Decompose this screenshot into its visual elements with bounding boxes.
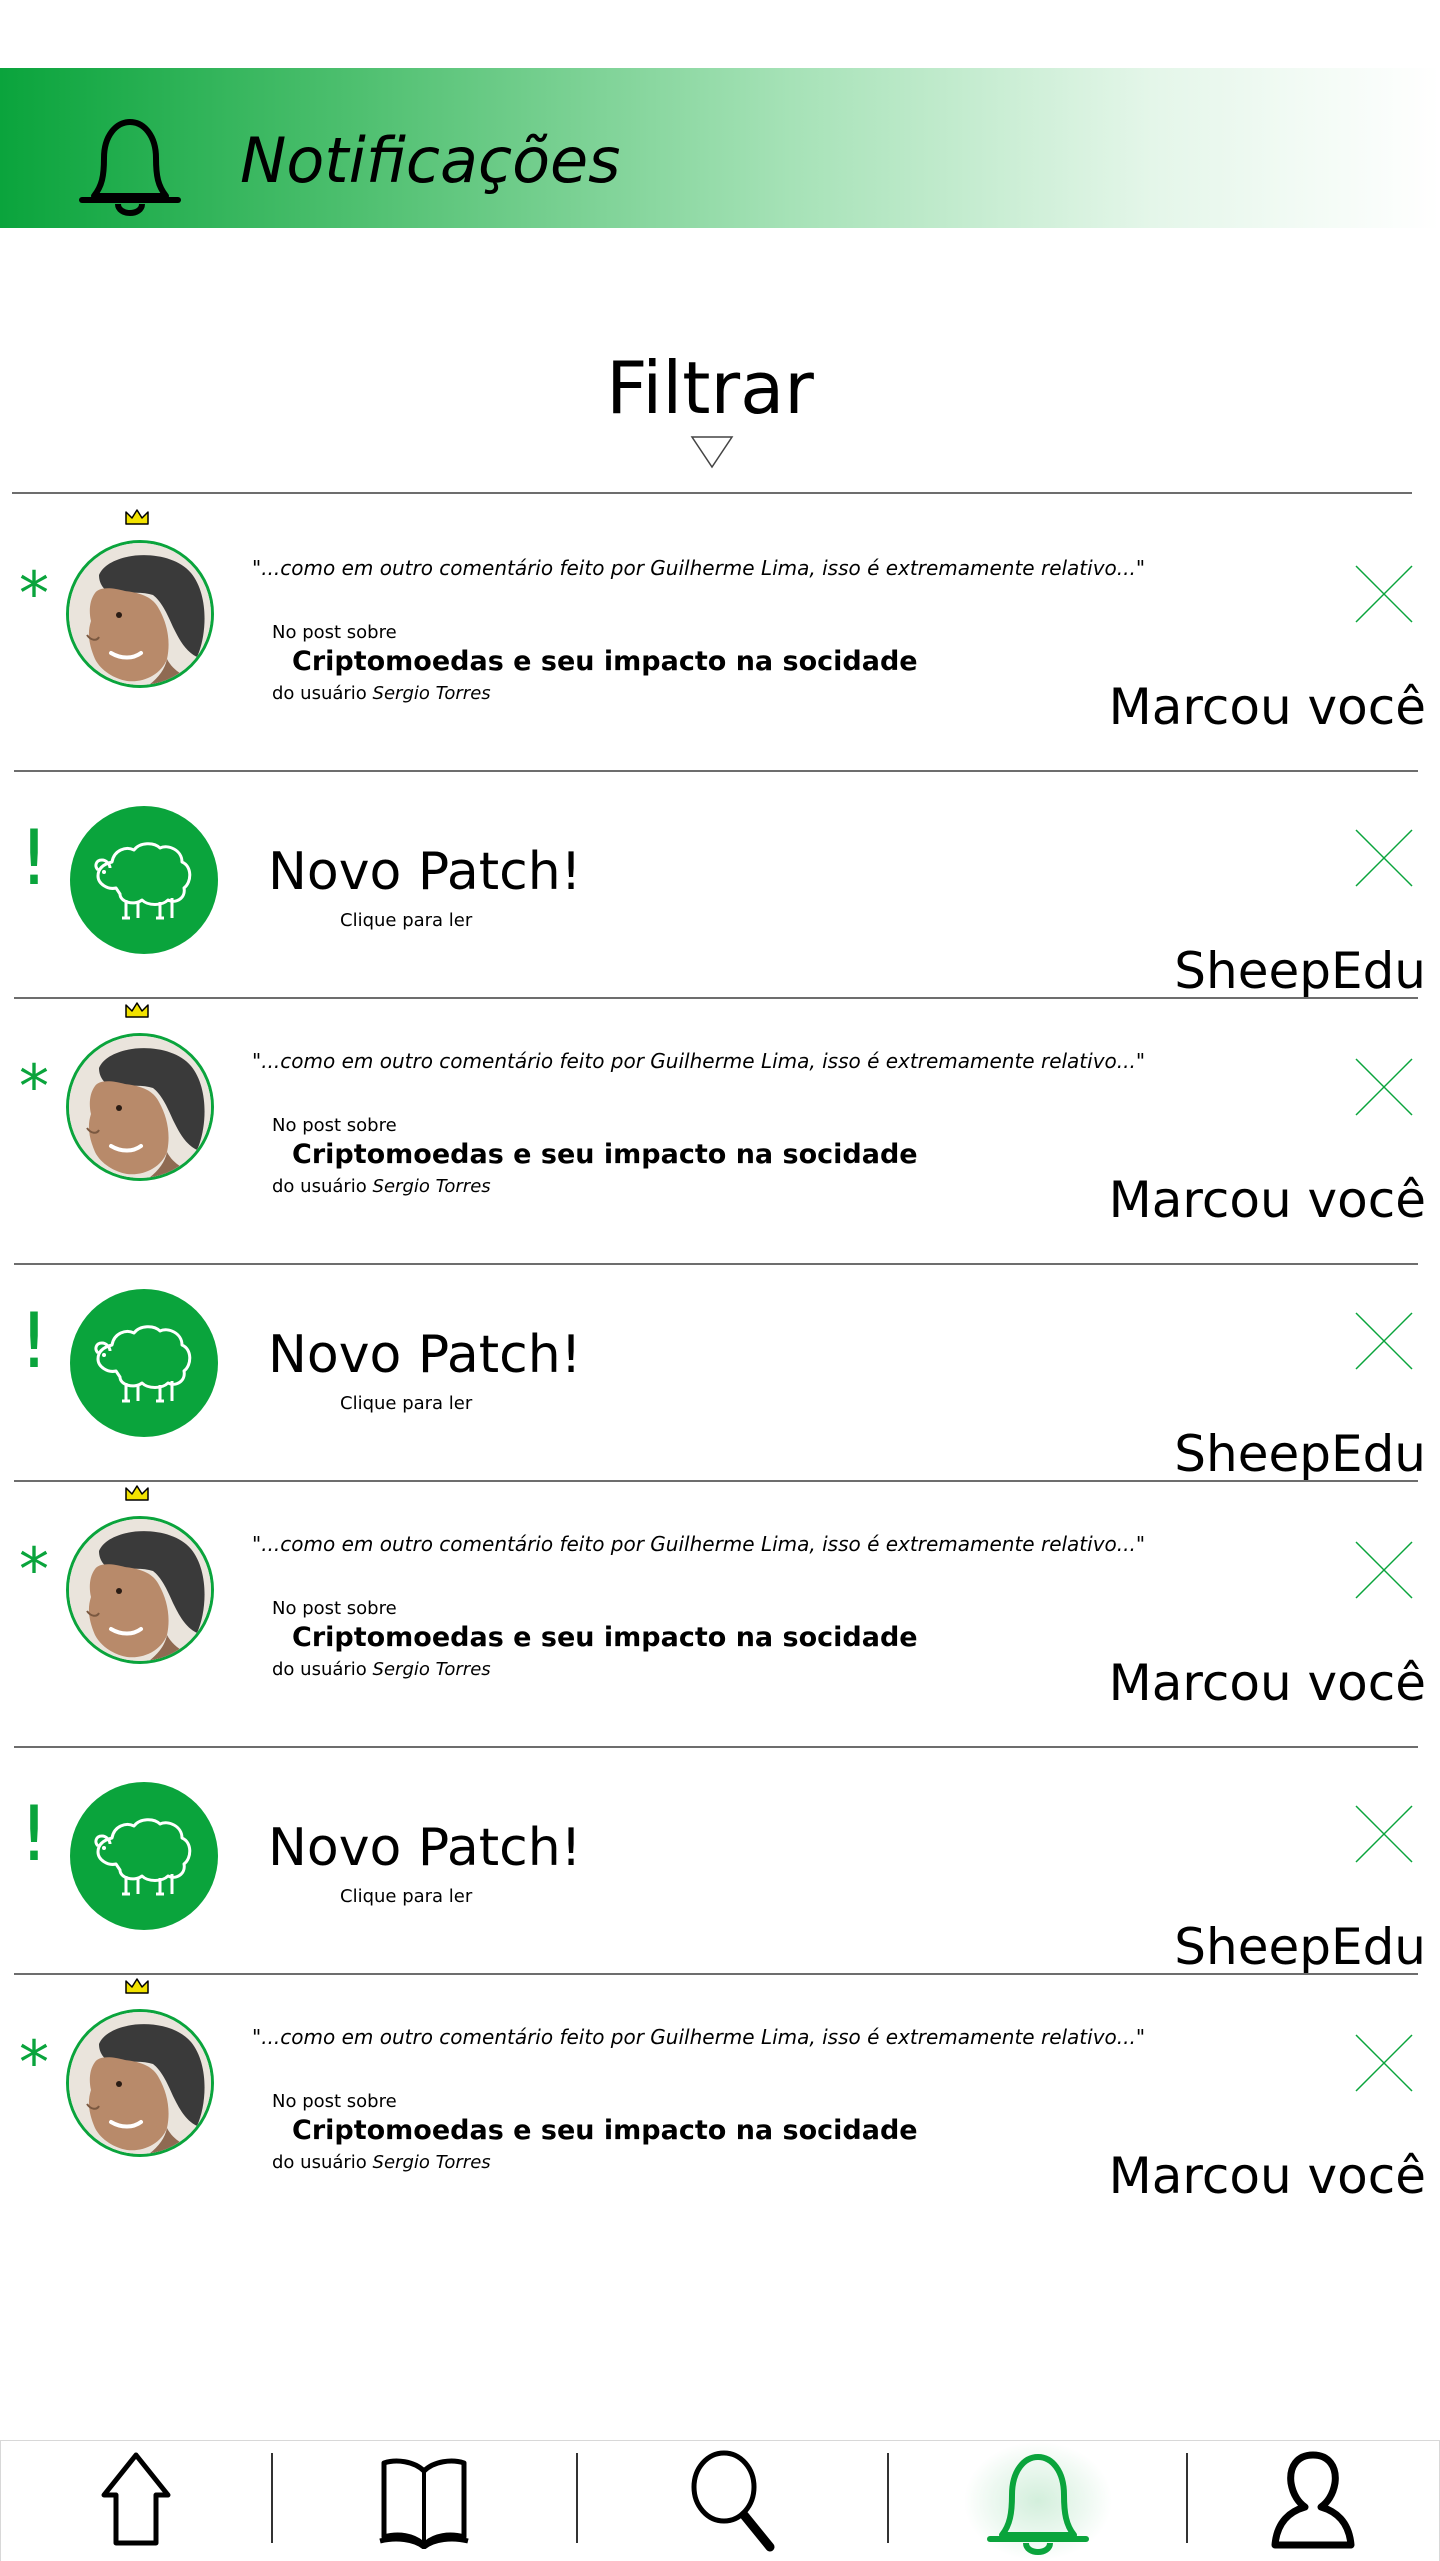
sheep-icon [94, 842, 192, 920]
mention-marker: * [19, 559, 49, 629]
mention-marker: * [19, 1535, 49, 1605]
bell-icon [987, 2454, 1089, 2555]
close-icon[interactable] [1354, 1057, 1414, 1117]
nav-profile[interactable] [1188, 2441, 1438, 2561]
comment-quote: "...como em outro comentário feito por G… [252, 556, 1146, 580]
patch-subtitle[interactable]: Clique para ler [340, 1393, 472, 1414]
avatar-photo [69, 2012, 211, 2154]
bell-icon [79, 119, 181, 216]
comment-quote: "...como em outro comentário feito por G… [252, 2025, 1146, 2049]
author-prefix: do usuário [272, 2152, 367, 2173]
sheep-icon [94, 1818, 192, 1896]
post-title[interactable]: Criptomoedas e seu impacto na socidade [292, 646, 918, 677]
post-author: do usuário Sergio Torres [272, 683, 491, 704]
post-title[interactable]: Criptomoedas e seu impacto na socidade [292, 1622, 918, 1653]
avatar-photo [69, 1519, 211, 1661]
header-banner: Notificações [0, 68, 1440, 228]
author-prefix: do usuário [272, 683, 367, 704]
action-label: Marcou você [1108, 2147, 1426, 2205]
post-author: do usuário Sergio Torres [272, 1176, 491, 1197]
notification-divider [14, 1973, 1418, 1975]
book-icon [379, 2458, 469, 2549]
page-title: Notificações [240, 124, 621, 197]
nav-notifications[interactable] [889, 2441, 1187, 2561]
source-label: SheepEdu [1174, 1425, 1426, 1483]
post-author: do usuário Sergio Torres [272, 2152, 491, 2173]
crown-icon [125, 1002, 149, 1018]
comment-quote: "...como em outro comentário feito por G… [252, 1532, 1146, 1556]
close-icon[interactable] [1354, 1804, 1414, 1864]
avatar[interactable] [66, 2009, 214, 2157]
nav-library[interactable] [273, 2441, 575, 2561]
nav-home[interactable] [1, 2441, 271, 2561]
close-icon[interactable] [1354, 2033, 1414, 2093]
source-label: SheepEdu [1174, 1918, 1426, 1976]
post-prefix: No post sobre [272, 1598, 397, 1619]
action-label: Marcou você [1108, 1171, 1426, 1229]
patch-marker: ! [18, 1789, 50, 1878]
notification-divider [14, 770, 1418, 772]
avatar[interactable] [66, 1033, 214, 1181]
author-name[interactable]: Sergio Torres [373, 1176, 491, 1197]
sheep-logo [70, 1782, 218, 1930]
profile-icon [1271, 2451, 1355, 2549]
post-author: do usuário Sergio Torres [272, 1659, 491, 1680]
patch-title[interactable]: Novo Patch! [268, 846, 582, 898]
author-name[interactable]: Sergio Torres [373, 683, 491, 704]
notification-divider [14, 1263, 1418, 1265]
action-label: Marcou você [1108, 1654, 1426, 1712]
avatar[interactable] [66, 1516, 214, 1664]
search-icon [691, 2450, 775, 2552]
mention-marker: * [19, 1052, 49, 1122]
author-prefix: do usuário [272, 1659, 367, 1680]
close-icon[interactable] [1354, 1311, 1414, 1371]
crown-icon [125, 509, 149, 525]
notification-divider [14, 1480, 1418, 1482]
sheep-logo [70, 1289, 218, 1437]
post-prefix: No post sobre [272, 2091, 397, 2112]
post-prefix: No post sobre [272, 622, 397, 643]
close-icon[interactable] [1354, 1540, 1414, 1600]
action-label: Marcou você [1108, 678, 1426, 736]
filter-dropdown-icon[interactable] [690, 435, 734, 469]
nav-search[interactable] [578, 2441, 888, 2561]
comment-quote: "...como em outro comentário feito por G… [252, 1049, 1146, 1073]
crown-icon [125, 1978, 149, 1994]
sheep-icon [94, 1325, 192, 1403]
post-title[interactable]: Criptomoedas e seu impacto na socidade [292, 2115, 918, 2146]
patch-subtitle[interactable]: Clique para ler [340, 910, 472, 931]
filter-label[interactable]: Filtrar [0, 352, 1420, 424]
home-icon [101, 2452, 171, 2546]
post-prefix: No post sobre [272, 1115, 397, 1136]
patch-title[interactable]: Novo Patch! [268, 1822, 582, 1874]
post-title[interactable]: Criptomoedas e seu impacto na socidade [292, 1139, 918, 1170]
author-prefix: do usuário [272, 1176, 367, 1197]
avatar-photo [69, 543, 211, 685]
close-icon[interactable] [1354, 564, 1414, 624]
close-icon[interactable] [1354, 828, 1414, 888]
patch-subtitle[interactable]: Clique para ler [340, 1886, 472, 1907]
patch-marker: ! [18, 813, 50, 902]
source-label: SheepEdu [1174, 942, 1426, 1000]
filter-divider [12, 492, 1412, 494]
bottom-nav [0, 2440, 1440, 2561]
notification-divider [14, 1746, 1418, 1748]
sheep-logo [70, 806, 218, 954]
mention-marker: * [19, 2028, 49, 2098]
notification-divider [14, 997, 1418, 999]
patch-marker: ! [18, 1296, 50, 1385]
author-name[interactable]: Sergio Torres [373, 2152, 491, 2173]
avatar-photo [69, 1036, 211, 1178]
avatar[interactable] [66, 540, 214, 688]
patch-title[interactable]: Novo Patch! [268, 1329, 582, 1381]
crown-icon [125, 1485, 149, 1501]
author-name[interactable]: Sergio Torres [373, 1659, 491, 1680]
